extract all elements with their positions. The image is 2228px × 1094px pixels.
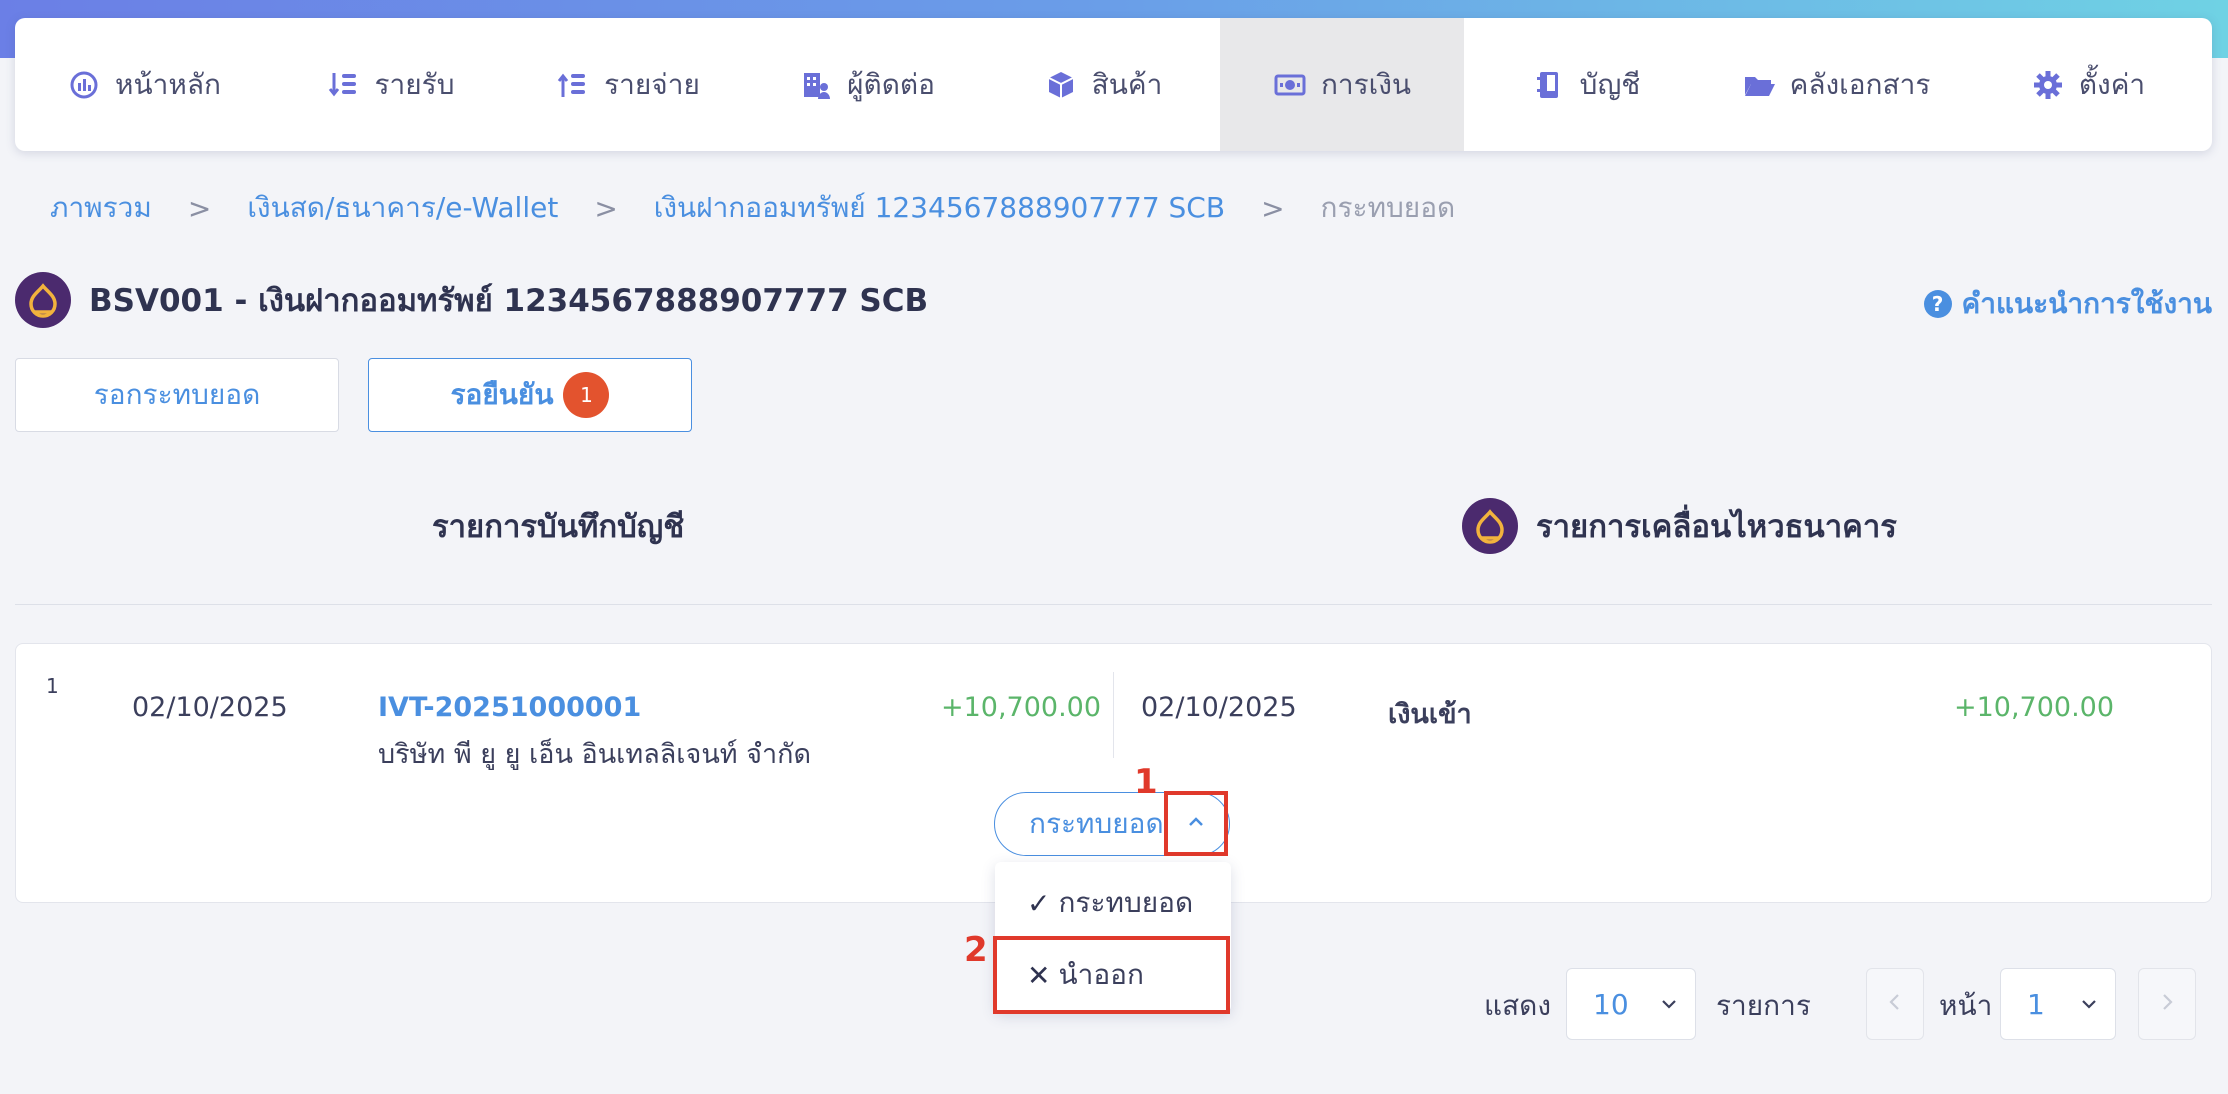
nav-label-expense: รายจ่าย	[604, 67, 700, 101]
nav-item-finance[interactable]: การเงิน	[1220, 18, 1464, 151]
document-link[interactable]: IVT-20251000001	[378, 692, 641, 723]
ledger-column-label: รายการบันทึกบัญชี	[432, 509, 685, 545]
ledger-icon	[1532, 68, 1566, 102]
income-icon	[327, 68, 361, 102]
dashboard-icon	[67, 68, 101, 102]
bank-date: 02/10/2025	[1141, 692, 1297, 723]
tab-pending-label: รอกระทบยอด	[93, 378, 261, 411]
breadcrumb: ภาพรวม > เงินสด/ธนาคาร/e-Wallet > เงินฝา…	[50, 188, 1455, 228]
breadcrumb-overview[interactable]: ภาพรวม	[50, 186, 152, 230]
help-link[interactable]: ? คำแนะนำการใช้งาน	[1923, 282, 2212, 326]
annotation-marker-1: 1	[1134, 762, 1158, 802]
nav-item-accounting[interactable]: บัญชี	[1464, 18, 1708, 151]
gear-icon	[2031, 68, 2065, 102]
items-label: รายการ	[1716, 989, 1811, 1022]
page-label: หน้า	[1939, 989, 1993, 1022]
page-size-value: 10	[1593, 987, 1629, 1021]
reconcile-button-label: กระทบยอด	[1029, 807, 1164, 840]
chevron-down-icon	[2079, 988, 2099, 1021]
product-box-icon	[1044, 68, 1078, 102]
bank-column-title: รายการเคลื่อนไหวธนาคาร	[1462, 498, 1897, 554]
nav-label-documents: คลังเอกสาร	[1789, 67, 1931, 101]
annotation-box-2	[993, 936, 1230, 1014]
breadcrumb-account[interactable]: เงินฝากออมทรัพย์ 1234567888907777 SCB	[654, 186, 1225, 230]
page-size-select[interactable]: 10	[1566, 968, 1696, 1040]
menu-item-label: กระทบยอด	[1058, 886, 1194, 919]
nav-item-expense[interactable]: รายจ่าย	[508, 18, 748, 151]
menu-item-reconcile[interactable]: ✓ กระทบยอด	[995, 868, 1231, 938]
tab-confirm-label: รอยืนยัน	[450, 378, 554, 411]
breadcrumb-cash-bank[interactable]: เงินสด/ธนาคาร/e-Wallet	[247, 186, 558, 230]
book-amount: +10,700.00	[941, 692, 1102, 723]
page-title: BSV001 - เงินฝากออมทรัพย์ 12345678889077…	[89, 283, 929, 319]
nav-label-income: รายรับ	[374, 67, 455, 101]
scb-logo-icon	[15, 272, 71, 328]
nav-label-contacts: ผู้ติดต่อ	[847, 67, 935, 101]
row-number: 1	[46, 674, 59, 698]
folder-icon	[1742, 68, 1776, 102]
page-size-label: แสดง	[1484, 989, 1551, 1022]
nav-label-settings: ตั้งค่า	[2078, 67, 2146, 101]
annotation-box-1	[1164, 791, 1228, 856]
help-label: คำแนะนำการใช้งาน	[1961, 287, 2212, 320]
nav-item-contacts[interactable]: ผู้ติดต่อ	[748, 18, 986, 151]
page-value: 1	[2027, 987, 2045, 1021]
breadcrumb-separator: >	[1261, 191, 1285, 225]
nav-item-settings[interactable]: ตั้งค่า	[1964, 18, 2212, 151]
bank-amount: +10,700.00	[1954, 692, 2115, 723]
nav-item-documents[interactable]: คลังเอกสาร	[1708, 18, 1964, 151]
nav-item-products[interactable]: สินค้า	[986, 18, 1220, 151]
chevron-right-icon	[2156, 991, 2178, 1017]
chevron-down-icon	[1659, 988, 1679, 1021]
column-divider	[1113, 672, 1114, 758]
tab-pending-reconcile[interactable]: รอกระทบยอด	[15, 358, 339, 432]
nav-label-accounting: บัญชี	[1579, 67, 1641, 101]
chevron-left-icon	[1884, 991, 1906, 1017]
page-select[interactable]: 1	[2000, 968, 2116, 1040]
party-name: บริษัท พี ยู ยู เอ็น อินเทลลิเจนท์ จำกัด	[378, 739, 812, 770]
scb-logo-icon	[1462, 498, 1518, 554]
book-date: 02/10/2025	[132, 692, 288, 723]
page-header: BSV001 - เงินฝากออมทรัพย์ 12345678889077…	[15, 272, 928, 328]
bank-description: เงินเข้า	[1388, 699, 1472, 730]
bank-column-label: รายการเคลื่อนไหวธนาคาร	[1536, 509, 1897, 545]
breadcrumb-separator: >	[594, 191, 618, 225]
tab-awaiting-confirm[interactable]: รอยืนยัน 1	[368, 358, 692, 432]
breadcrumb-separator: >	[187, 191, 212, 225]
nav-item-income[interactable]: รายรับ	[273, 18, 508, 151]
expense-icon	[556, 68, 590, 102]
annotation-marker-2: 2	[964, 930, 988, 970]
main-navbar: หน้าหลัก รายรับ รายจ่าย ผู้ติดต่อ สินค้า…	[15, 18, 2212, 151]
nav-label-products: สินค้า	[1091, 67, 1163, 101]
help-icon: ?	[1923, 290, 1952, 318]
ledger-column-title: รายการบันทึกบัญชี	[432, 498, 684, 554]
check-icon: ✓	[1027, 886, 1051, 920]
next-page-button[interactable]	[2138, 968, 2196, 1040]
money-icon	[1273, 68, 1307, 102]
breadcrumb-current: กระทบยอด	[1320, 191, 1456, 224]
count-badge: 1	[563, 372, 610, 418]
contacts-icon	[799, 68, 833, 102]
nav-label-finance: การเงิน	[1320, 67, 1412, 101]
nav-item-dashboard[interactable]: หน้าหลัก	[15, 18, 273, 151]
prev-page-button[interactable]	[1866, 968, 1924, 1040]
section-divider	[15, 604, 2212, 605]
nav-label-dashboard: หน้าหลัก	[115, 67, 221, 101]
